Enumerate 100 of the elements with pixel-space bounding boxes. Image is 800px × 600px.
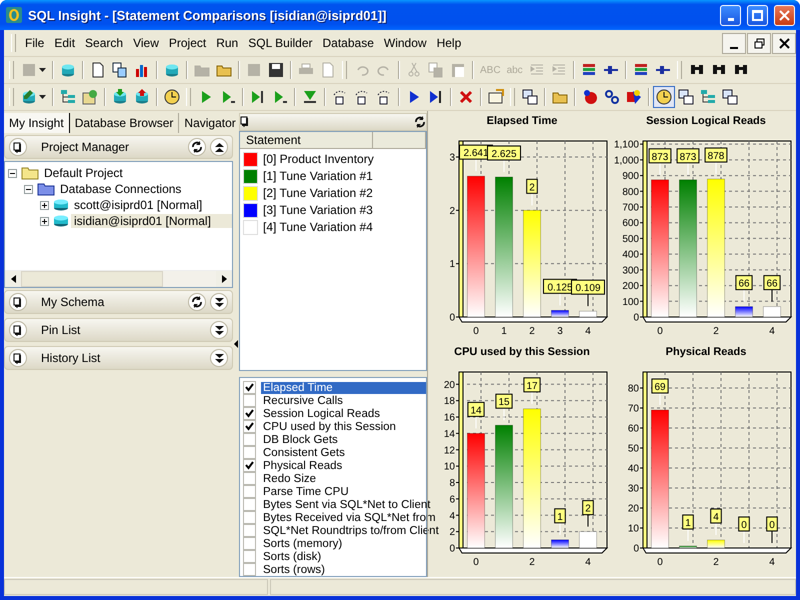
close-button[interactable] bbox=[772, 32, 796, 54]
statement-item[interactable]: [1] Tune Variation #1 bbox=[263, 169, 373, 184]
checkbox[interactable] bbox=[243, 524, 256, 537]
value-label: 1 bbox=[682, 514, 694, 530]
checkbox[interactable] bbox=[243, 537, 256, 550]
collapse-toggle[interactable] bbox=[24, 184, 33, 194]
metric-item[interactable]: Sorts (disk) bbox=[261, 550, 324, 562]
checkbox[interactable] bbox=[243, 446, 256, 459]
tree-item[interactable]: scott@isiprd01 [Normal] bbox=[71, 198, 206, 212]
menu-item[interactable]: View bbox=[128, 34, 164, 52]
x-tick-label: 2 bbox=[529, 326, 535, 337]
menu-item[interactable]: Edit bbox=[49, 34, 80, 52]
pencil-db-icon bbox=[21, 89, 37, 105]
metric-item[interactable]: Physical Reads bbox=[261, 460, 344, 472]
panel-header[interactable]: My Schema bbox=[4, 290, 233, 314]
bar bbox=[579, 531, 597, 548]
tree-item[interactable]: Database Connections bbox=[57, 182, 184, 196]
column-header[interactable]: Statement bbox=[240, 132, 373, 149]
menu-item[interactable]: Project bbox=[164, 34, 212, 52]
checkbox[interactable] bbox=[243, 459, 256, 472]
step-icon bbox=[220, 89, 236, 105]
checkbox[interactable] bbox=[243, 394, 256, 407]
data-label: 17 bbox=[526, 380, 538, 392]
restore-button[interactable] bbox=[747, 32, 771, 54]
collapse-button[interactable] bbox=[210, 138, 228, 156]
metric-item[interactable]: Redo Size bbox=[261, 472, 318, 484]
db-up-icon bbox=[134, 89, 150, 105]
bar bbox=[735, 306, 753, 318]
checkbox[interactable] bbox=[243, 420, 256, 433]
metric-item[interactable]: Parse Time CPU bbox=[261, 486, 351, 498]
panel-header[interactable]: Project Manager bbox=[4, 135, 233, 159]
pin-button[interactable] bbox=[9, 293, 27, 311]
collapse-arrow-icon[interactable] bbox=[234, 340, 238, 348]
metric-item[interactable]: CPU used by this Session bbox=[261, 420, 398, 432]
expand-toggle[interactable] bbox=[40, 216, 49, 226]
close-icon bbox=[779, 10, 790, 20]
expand-button[interactable] bbox=[210, 293, 228, 311]
menu-item[interactable]: Window bbox=[378, 34, 432, 52]
metric-item[interactable]: DB Block Gets bbox=[261, 434, 340, 446]
checkbox[interactable] bbox=[243, 563, 256, 576]
panel-header[interactable]: History List bbox=[4, 346, 233, 370]
maximize-button[interactable] bbox=[747, 4, 768, 26]
toolbar-button[interactable] bbox=[653, 86, 675, 108]
checkbox[interactable] bbox=[243, 433, 256, 446]
metric-item[interactable]: Session Logical Reads bbox=[261, 408, 382, 420]
menu-item[interactable]: Database bbox=[318, 34, 379, 52]
x-tick-label: 0 bbox=[473, 326, 479, 337]
tree-icon bbox=[60, 89, 76, 105]
checkbox[interactable] bbox=[243, 485, 256, 498]
metric-item[interactable]: SQL*Net Roundtrips to/from Client bbox=[261, 524, 441, 536]
tree-item[interactable]: isidian@isiprd01 [Normal] bbox=[71, 214, 232, 228]
menu-item[interactable]: Help bbox=[432, 34, 466, 52]
expand-toggle[interactable] bbox=[40, 200, 49, 210]
checkbox[interactable] bbox=[243, 498, 256, 511]
checkbox[interactable] bbox=[243, 550, 256, 563]
statement-item[interactable]: [3] Tune Variation #3 bbox=[263, 203, 373, 218]
statement-item[interactable]: [0] Product Inventory bbox=[263, 152, 374, 166]
collapse-toggle[interactable] bbox=[8, 168, 17, 178]
y-tick-label: 4 bbox=[449, 510, 455, 522]
value-label: 0.109 bbox=[571, 280, 605, 295]
expand-button[interactable] bbox=[210, 321, 228, 339]
bars-icon bbox=[580, 62, 597, 78]
metric-item[interactable]: Sorts (memory) bbox=[261, 538, 344, 550]
minimize-button[interactable] bbox=[722, 32, 746, 54]
expand-button[interactable] bbox=[210, 349, 228, 367]
menu-item[interactable]: SQL Builder bbox=[243, 34, 318, 52]
value-label: 66 bbox=[735, 275, 753, 290]
statement-item[interactable]: [4] Tune Variation #4 bbox=[263, 220, 373, 234]
step-icon bbox=[272, 89, 288, 105]
tab[interactable]: Database Browser bbox=[70, 113, 180, 133]
horizontal-scrollbar[interactable] bbox=[5, 270, 232, 287]
bar bbox=[679, 546, 697, 548]
checkbox[interactable] bbox=[243, 407, 256, 420]
chart-title: CPU used by this Session bbox=[454, 346, 590, 358]
metric-item[interactable]: Sorts (rows) bbox=[261, 564, 327, 576]
tab[interactable]: My Insight bbox=[4, 113, 70, 133]
metric-item[interactable]: Recursive Calls bbox=[261, 394, 345, 406]
metric-item[interactable]: Bytes Sent via SQL*Net to Client bbox=[261, 498, 432, 510]
pin-button[interactable] bbox=[9, 321, 27, 339]
checkbox[interactable] bbox=[243, 381, 256, 394]
value-label: 1 bbox=[554, 508, 566, 524]
y-tick-label: 0 bbox=[633, 544, 639, 554]
metric-item[interactable]: Consistent Gets bbox=[261, 446, 347, 458]
refresh-button[interactable] bbox=[188, 138, 206, 156]
tree-item[interactable]: Default Project bbox=[41, 166, 126, 180]
scrollbar-thumb[interactable] bbox=[21, 271, 163, 287]
metric-item[interactable]: Elapsed Time bbox=[261, 382, 426, 394]
y-tick-label: 60 bbox=[628, 424, 639, 434]
menu-item[interactable]: File bbox=[20, 34, 50, 52]
panel-header[interactable]: Pin List bbox=[4, 318, 233, 342]
menu-item[interactable]: Search bbox=[80, 34, 128, 52]
y-tick-label: 16 bbox=[444, 412, 455, 424]
bar bbox=[579, 310, 597, 318]
statement-item[interactable]: [2] Tune Variation #2 bbox=[263, 186, 373, 200]
checkbox[interactable] bbox=[243, 472, 256, 485]
checkbox[interactable] bbox=[243, 511, 256, 524]
pin-button[interactable] bbox=[9, 138, 27, 156]
pin-button[interactable] bbox=[9, 349, 27, 367]
menu-item[interactable]: Run bbox=[211, 34, 244, 52]
refresh-button[interactable] bbox=[188, 293, 206, 311]
